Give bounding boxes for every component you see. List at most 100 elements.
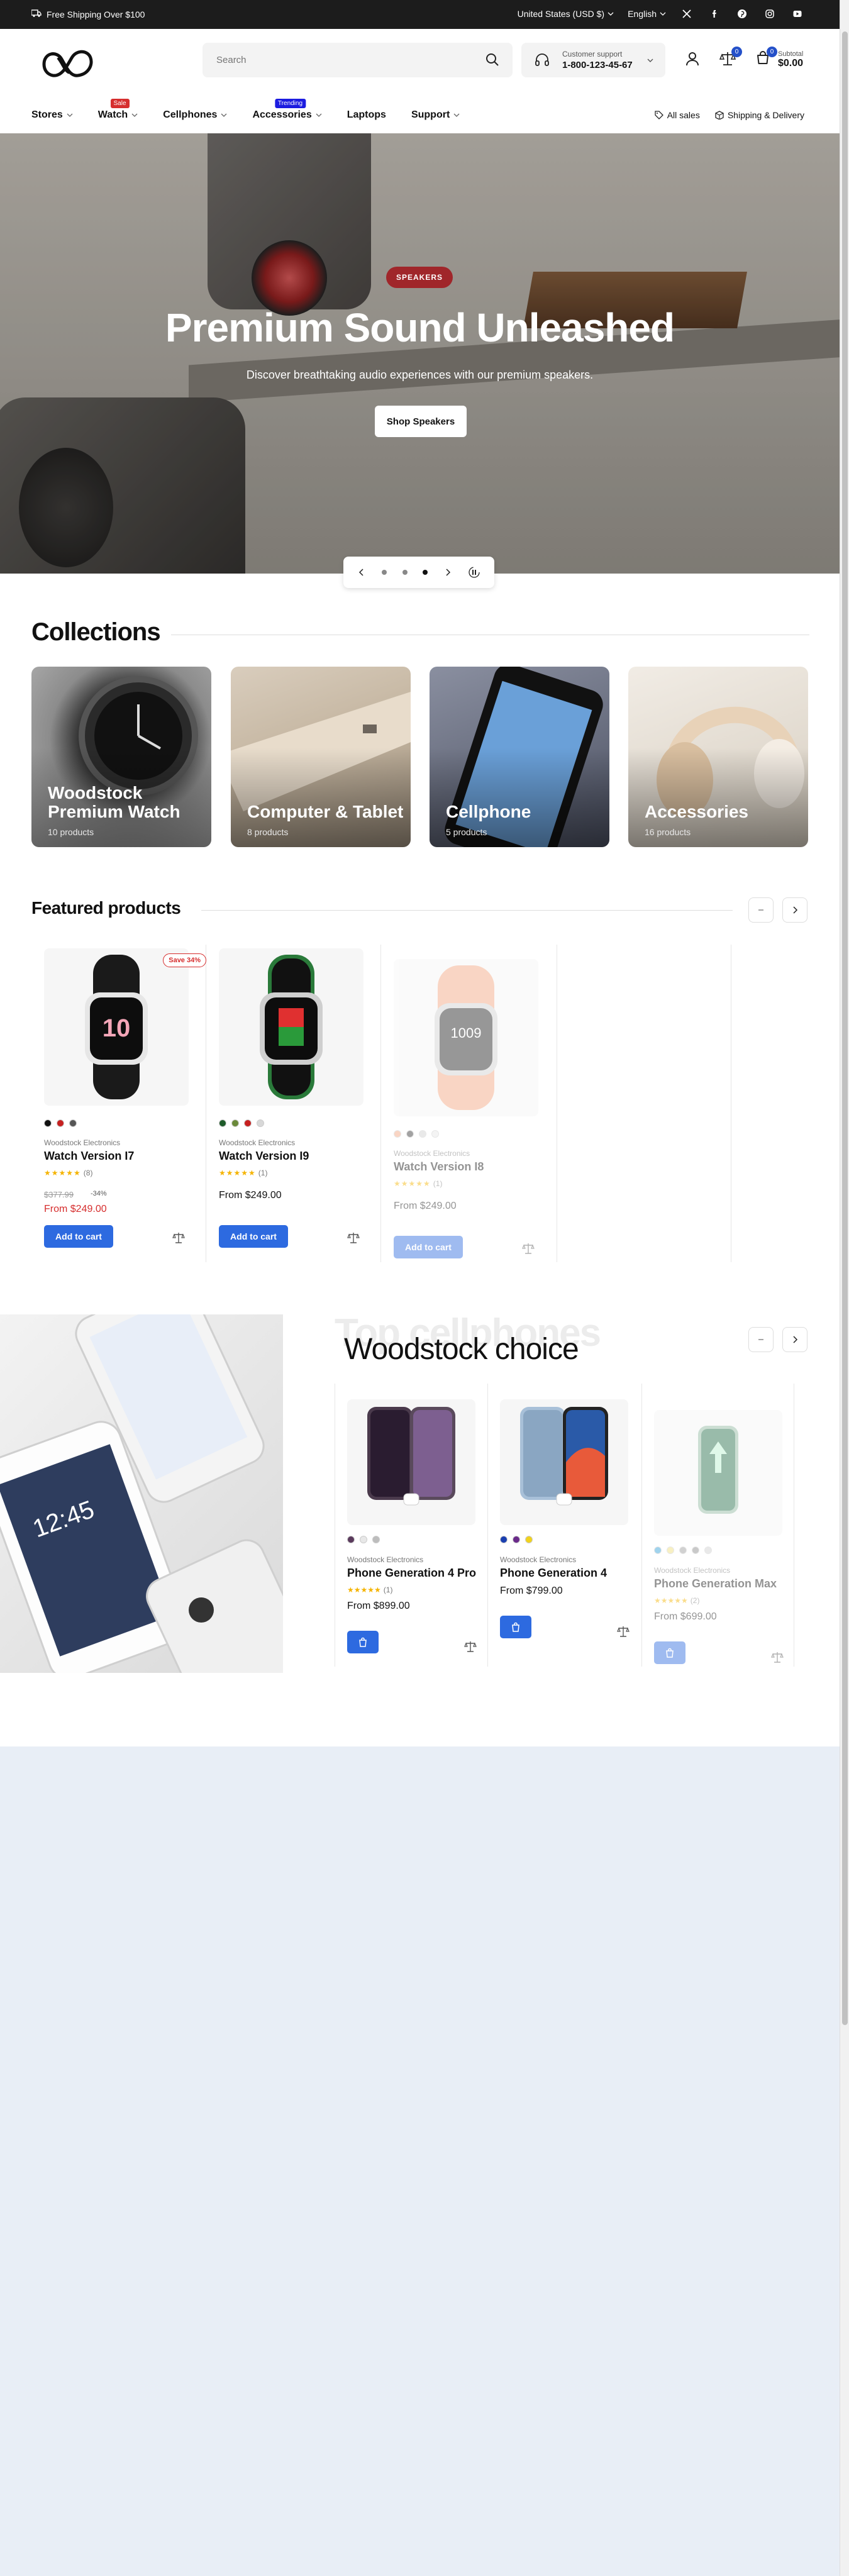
nav-item-stores[interactable]: Stores xyxy=(31,109,73,121)
color-swatch[interactable] xyxy=(244,1119,252,1127)
product-image[interactable] xyxy=(347,1399,475,1525)
color-swatch[interactable] xyxy=(69,1119,77,1127)
facebook-icon[interactable] xyxy=(708,7,721,21)
compare-icon[interactable] xyxy=(464,1640,477,1653)
x-twitter-icon[interactable] xyxy=(680,7,694,21)
collection-card-accessories[interactable]: Accessories 16 products xyxy=(628,667,808,847)
youtube-icon[interactable] xyxy=(791,7,804,21)
product-name[interactable]: Phone Generation Max xyxy=(654,1577,777,1591)
shipping-delivery-label: Shipping & Delivery xyxy=(727,110,804,120)
color-swatch[interactable] xyxy=(679,1546,687,1554)
compare-icon[interactable] xyxy=(172,1231,185,1244)
color-swatch[interactable] xyxy=(219,1119,226,1127)
color-swatch[interactable] xyxy=(231,1119,239,1127)
add-to-cart-button[interactable] xyxy=(347,1631,379,1653)
compare-icon[interactable] xyxy=(771,1651,784,1663)
compare-icon[interactable] xyxy=(617,1625,630,1638)
compare-icon[interactable] xyxy=(347,1231,360,1244)
add-to-cart-button[interactable]: Add to cart xyxy=(219,1225,288,1248)
color-swatch[interactable] xyxy=(44,1119,52,1127)
color-swatch[interactable] xyxy=(692,1546,699,1554)
currency-selector[interactable]: United States (USD $) xyxy=(518,9,614,19)
search-icon[interactable] xyxy=(485,52,500,67)
color-swatch[interactable] xyxy=(360,1536,367,1543)
site-logo[interactable] xyxy=(39,45,99,83)
color-swatch[interactable] xyxy=(667,1546,674,1554)
featured-next-button[interactable] xyxy=(782,897,807,923)
color-swatch[interactable] xyxy=(431,1130,439,1138)
color-swatch[interactable] xyxy=(704,1546,712,1554)
color-swatch[interactable] xyxy=(406,1130,414,1138)
language-selector[interactable]: English xyxy=(628,9,666,19)
slide-dot[interactable] xyxy=(381,570,387,575)
phone-image xyxy=(367,1407,455,1506)
shop-speakers-button[interactable]: Shop Speakers xyxy=(375,406,467,437)
product-name[interactable]: Watch Version I9 xyxy=(219,1150,309,1163)
product-card[interactable]: Woodstock Electronics Phone Generation 4… xyxy=(500,1399,632,1663)
page-scrollbar[interactable] xyxy=(840,0,849,2576)
product-card[interactable]: Woodstock Electronics Phone Generation 4… xyxy=(347,1399,479,1663)
account-button[interactable] xyxy=(684,50,703,69)
product-name[interactable]: Watch Version I7 xyxy=(44,1150,134,1163)
product-name[interactable]: Watch Version I8 xyxy=(394,1160,484,1174)
search-input[interactable] xyxy=(216,53,468,67)
slide-dot[interactable] xyxy=(402,570,408,575)
nav-item-laptops[interactable]: Laptops xyxy=(347,109,386,121)
add-to-cart-button[interactable] xyxy=(500,1616,531,1638)
search-box[interactable] xyxy=(203,43,513,77)
nav-item-cellphones[interactable]: Cellphones xyxy=(163,109,227,121)
product-image[interactable] xyxy=(654,1410,782,1536)
nav-item-support[interactable]: Support xyxy=(411,109,460,121)
product-card[interactable]: Woodstock Electronics Phone Generation M… xyxy=(654,1410,786,1674)
chevron-right-icon[interactable] xyxy=(443,568,452,577)
add-to-cart-button[interactable] xyxy=(654,1641,685,1664)
featured-prev-button[interactable] xyxy=(748,897,774,923)
product-image[interactable] xyxy=(219,948,363,1106)
hero-slideshow: SPEAKERS Premium Sound Unleashed Discove… xyxy=(0,133,840,574)
color-swatch[interactable] xyxy=(419,1130,426,1138)
product-card[interactable]: 10 Save 34% Woodstock Electronics Watch … xyxy=(31,948,206,1263)
color-swatch[interactable] xyxy=(500,1536,508,1543)
card-divider xyxy=(641,1384,642,1667)
choice-next-button[interactable] xyxy=(782,1327,807,1352)
choice-prev-button[interactable] xyxy=(748,1327,774,1352)
add-to-cart-button[interactable]: Add to cart xyxy=(44,1225,113,1248)
cart-button[interactable]: 0 xyxy=(755,47,777,69)
pinterest-icon[interactable] xyxy=(735,7,749,21)
collection-card-watch[interactable]: Woodstock Premium Watch 10 products xyxy=(31,667,211,847)
scrollbar-thumb[interactable] xyxy=(842,31,848,2025)
nav-item-accessories[interactable]: Trending Accessories xyxy=(252,99,322,121)
product-image[interactable]: 1009 xyxy=(394,959,538,1116)
color-swatch[interactable] xyxy=(257,1119,264,1127)
product-name[interactable]: Phone Generation 4 xyxy=(500,1567,607,1580)
nav-item-watch[interactable]: Sale Watch xyxy=(98,99,138,121)
shipping-delivery-link[interactable]: Shipping & Delivery xyxy=(715,110,804,120)
color-swatch[interactable] xyxy=(525,1536,533,1543)
compare-icon[interactable] xyxy=(522,1242,535,1255)
product-price: From $899.00 xyxy=(347,1601,410,1611)
color-swatch[interactable] xyxy=(513,1536,520,1543)
color-swatch[interactable] xyxy=(57,1119,64,1127)
color-swatch[interactable] xyxy=(372,1536,380,1543)
compare-button[interactable]: 0 xyxy=(719,47,742,69)
instagram-icon[interactable] xyxy=(763,7,777,21)
collection-card-cellphone[interactable]: Cellphone 5 products xyxy=(430,667,609,847)
color-swatch[interactable] xyxy=(654,1546,662,1554)
product-card[interactable]: Woodstock Electronics Watch Version I9 ★… xyxy=(206,948,376,1263)
all-sales-link[interactable]: All sales xyxy=(655,110,700,120)
star-rating: ★★★★★ (2) xyxy=(654,1596,700,1605)
color-swatch[interactable] xyxy=(394,1130,401,1138)
product-name[interactable]: Phone Generation 4 Pro xyxy=(347,1567,476,1580)
support-phone[interactable]: 1-800-123-45-67 xyxy=(562,60,633,70)
product-image[interactable]: 10 xyxy=(44,948,189,1106)
add-to-cart-button[interactable]: Add to cart xyxy=(394,1236,463,1258)
product-image[interactable] xyxy=(500,1399,628,1525)
cart-subtotal[interactable]: Subtotal $0.00 xyxy=(778,50,803,69)
slide-dot-active[interactable] xyxy=(423,570,428,575)
collection-card-computer[interactable]: Computer & Tablet 8 products xyxy=(231,667,411,847)
chevron-left-icon[interactable] xyxy=(357,568,366,577)
customer-support[interactable]: Customer support 1-800-123-45-67 xyxy=(521,43,665,77)
product-card[interactable]: 1009 Woodstock Electronics Watch Version… xyxy=(381,959,551,1274)
pause-icon[interactable] xyxy=(468,566,480,579)
color-swatch[interactable] xyxy=(347,1536,355,1543)
